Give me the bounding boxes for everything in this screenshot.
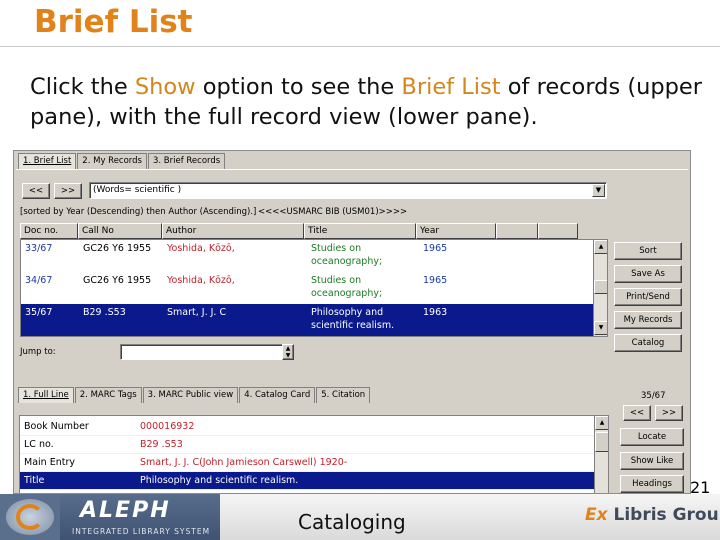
lower-tab-bar: 1. Full Line 2. MARC Tags 3. MARC Public… — [18, 387, 371, 403]
col-header-call-no[interactable]: Call No — [78, 223, 162, 239]
query-dropdown[interactable]: (Words= scientific ) ▼ — [89, 182, 607, 199]
full-record-pane: Book Number 000016932 LC no. B29 .S53 Ma… — [19, 415, 609, 493]
catalog-button[interactable]: Catalog — [614, 334, 682, 352]
tab-my-records[interactable]: 2. My Records — [77, 153, 147, 169]
headings-button[interactable]: Headings — [620, 475, 684, 493]
row-call-no: GC26 Y6 1955 — [83, 243, 152, 254]
row-call-no: GC26 Y6 1955 — [83, 275, 152, 286]
col-header-extra-1[interactable] — [496, 223, 538, 239]
scroll-thumb[interactable] — [594, 280, 607, 294]
row-call-no: B29 .S53 — [83, 307, 126, 318]
field-label: Title — [24, 475, 45, 486]
brief-list-header: Doc no. Call No Author Title Year — [20, 223, 578, 239]
brief-list-grid: 33/67 GC26 Y6 1955 Yoshida, Kōzō, Studie… — [20, 239, 608, 337]
exlibris-logo: Ex Libris Group — [585, 505, 720, 525]
aleph-logo: ALEPH INTEGRATED LIBRARY SYSTEM — [60, 494, 220, 540]
tab-citation[interactable]: 5. Citation — [316, 387, 371, 403]
intro-brief-highlight: Brief List — [401, 74, 501, 100]
table-row-selected[interactable]: 35/67 B29 .S53 Smart, J. J. C Philosophy… — [21, 304, 607, 336]
exlibris-rest: Libris Group — [607, 505, 720, 525]
field-label: LC no. — [24, 439, 54, 450]
prev-record-button[interactable]: << — [623, 405, 651, 421]
save-as-button[interactable]: Save As — [614, 265, 682, 283]
list-item[interactable]: Main Entry Smart, J. J. C(John Jamieson … — [20, 454, 608, 472]
row-year: 1963 — [423, 307, 448, 318]
tab-brief-records[interactable]: 3. Brief Records — [147, 153, 226, 169]
row-year: 1965 — [423, 275, 448, 286]
row-doc-no: 34/67 — [25, 275, 53, 286]
field-value: 000016932 — [140, 421, 195, 432]
locate-button[interactable]: Locate — [620, 428, 684, 446]
field-value: Philosophy and scientific realism. — [140, 475, 299, 486]
scroll-thumb[interactable] — [595, 432, 608, 452]
row-title-line2: oceanography; — [311, 288, 383, 299]
exlibris-ex: Ex — [585, 505, 608, 525]
aleph-tagline: INTEGRATED LIBRARY SYSTEM — [72, 527, 211, 536]
intro-show-highlight: Show — [134, 74, 196, 100]
sort-button[interactable]: Sort — [614, 242, 682, 260]
field-label: Book Number — [24, 421, 89, 432]
col-header-title[interactable]: Title — [304, 223, 416, 239]
row-author: Yoshida, Kōzō, — [167, 243, 235, 254]
scroll-down-icon[interactable]: ▼ — [594, 321, 607, 335]
row-title-line1: Studies on — [311, 275, 362, 286]
tab-brief-list[interactable]: 1. Brief List — [18, 153, 77, 169]
row-author: Yoshida, Kōzō, — [167, 275, 235, 286]
tab-catalog-card[interactable]: 4. Catalog Card — [239, 387, 316, 403]
row-title-line1: Studies on — [311, 243, 362, 254]
field-value: Smart, J. J. C(John Jamieson Carswell) 1… — [140, 457, 348, 468]
tab-full-line[interactable]: 1. Full Line — [18, 387, 74, 403]
footer-section-title: Cataloging — [298, 510, 406, 534]
chevron-down-icon[interactable]: ▼ — [592, 184, 605, 197]
row-title-line2: scientific realism. — [311, 320, 395, 331]
database-label: <<<<USMARC BIB (USM01)>>>> — [258, 207, 408, 217]
aleph-wordmark: ALEPH — [80, 498, 171, 523]
record-counter: 35/67 — [641, 391, 666, 401]
jump-to-label: Jump to: — [20, 347, 56, 357]
title-divider — [0, 46, 720, 47]
show-like-button[interactable]: Show Like — [620, 452, 684, 470]
row-doc-no: 35/67 — [25, 307, 53, 318]
prev-set-button[interactable]: << — [22, 183, 50, 199]
row-author: Smart, J. J. C — [167, 307, 227, 318]
col-header-extra-2[interactable] — [538, 223, 578, 239]
scroll-up-icon[interactable]: ▲ — [594, 240, 607, 254]
next-set-button[interactable]: >> — [54, 183, 82, 199]
field-label: Main Entry — [24, 457, 75, 468]
record-scrollbar[interactable]: ▲ — [594, 416, 608, 493]
upper-tab-bar: 1. Brief List 2. My Records 3. Brief Rec… — [18, 153, 226, 169]
row-title-line1: Philosophy and — [311, 307, 384, 318]
row-doc-no: 33/67 — [25, 243, 53, 254]
table-row[interactable]: 34/67 GC26 Y6 1955 Yoshida, Kōzō, Studie… — [21, 272, 607, 304]
list-item-selected[interactable]: Title Philosophy and scientific realism. — [20, 472, 608, 490]
slide-title: Brief List — [34, 4, 193, 40]
intro-part2: option to see the — [195, 74, 402, 100]
row-year: 1965 — [423, 243, 448, 254]
row-title-line2: oceanography; — [311, 256, 383, 267]
tab-marc-public-view[interactable]: 3. MARC Public view — [142, 387, 239, 403]
query-value: (Words= scientific ) — [93, 185, 182, 195]
intro-part1: Click the — [30, 74, 135, 100]
col-header-author[interactable]: Author — [162, 223, 304, 239]
next-record-button[interactable]: >> — [655, 405, 683, 421]
sort-description: [sorted by Year (Descending) then Author… — [20, 207, 257, 217]
table-row[interactable]: 33/67 GC26 Y6 1955 Yoshida, Kōzō, Studie… — [21, 240, 607, 272]
jump-spinner-icon[interactable]: ▲ ▼ — [282, 344, 294, 360]
swoosh-icon — [16, 504, 44, 530]
tab-marc-tags[interactable]: 2. MARC Tags — [74, 387, 142, 403]
aleph-search-window: 1. Brief List 2. My Records 3. Brief Rec… — [13, 150, 691, 494]
list-item[interactable]: LC no. B29 .S53 — [20, 436, 608, 454]
scroll-up-icon[interactable]: ▲ — [595, 416, 608, 430]
print-send-button[interactable]: Print/Send — [614, 288, 682, 306]
col-header-doc-no[interactable]: Doc no. — [20, 223, 78, 239]
grid-scrollbar[interactable]: ▲ ▼ — [593, 240, 607, 336]
col-header-year[interactable]: Year — [416, 223, 496, 239]
intro-text: Click the Show option to see the Brief L… — [30, 72, 710, 132]
jump-to-input[interactable] — [120, 344, 288, 360]
my-records-button[interactable]: My Records — [614, 311, 682, 329]
field-value: B29 .S53 — [140, 439, 183, 450]
list-item[interactable]: Book Number 000016932 — [20, 418, 608, 436]
exlibris-globe-logo — [0, 494, 60, 540]
